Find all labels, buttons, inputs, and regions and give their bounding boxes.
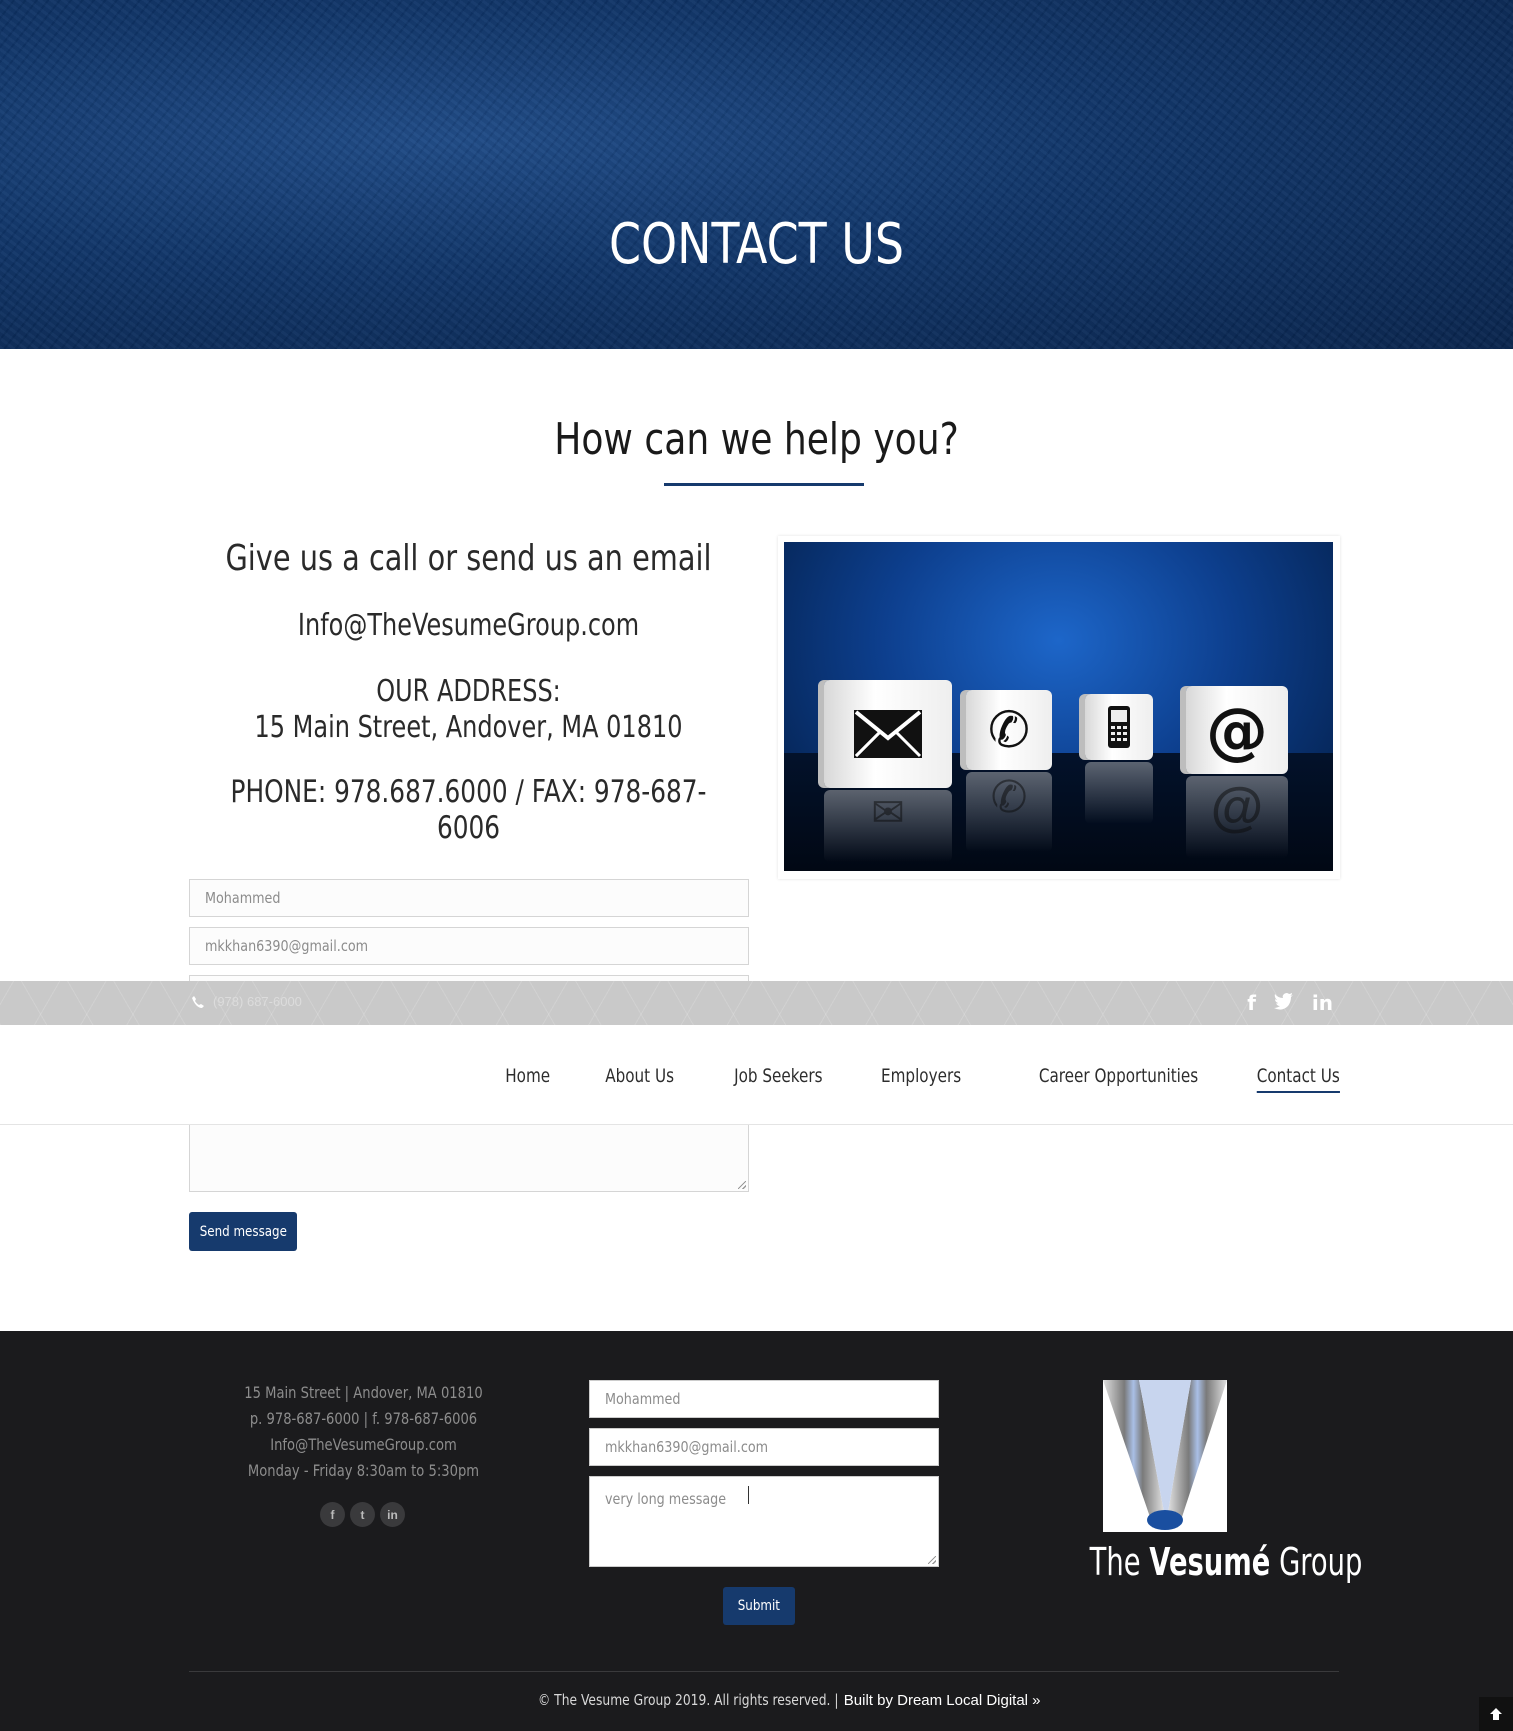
phone-icon (192, 995, 204, 1008)
scroll-to-top-button[interactable] (1479, 1697, 1513, 1731)
envelope-icon (824, 680, 952, 788)
heading-underline (664, 483, 864, 486)
footer-hours: Monday - Friday 8:30am to 5:30pm (247, 1461, 480, 1480)
nav-employers[interactable]: Employers (881, 1065, 961, 1087)
footer-divider (189, 1671, 1339, 1672)
call-line: Give us a call or send us an email (225, 538, 712, 579)
twitter-icon[interactable] (1273, 991, 1294, 1015)
footer-name-field[interactable]: Mohammed (589, 1380, 939, 1418)
twitter-icon[interactable]: t (350, 1502, 375, 1527)
mobile-icon (1085, 694, 1153, 760)
nav-job-seekers[interactable]: Job Seekers (735, 1065, 823, 1087)
footer-email-field[interactable]: mkkhan6390@gmail.com (589, 1428, 939, 1466)
arrow-up-icon (1490, 1708, 1502, 1720)
nav-contact-us[interactable]: Contact Us (1256, 1065, 1340, 1093)
send-message-button[interactable]: Send message (189, 1212, 297, 1251)
footer-social: f t in (320, 1502, 405, 1527)
facebook-icon[interactable]: f (1247, 991, 1256, 1015)
at-sign-icon: @ (1186, 686, 1288, 774)
topbar-phone-text: (978) 687-6000 (213, 994, 302, 1009)
resize-handle[interactable] (738, 1181, 746, 1189)
built-by-link[interactable]: Built by Dream Local Digital » (844, 1692, 1041, 1709)
email-field[interactable]: mkkhan6390@gmail.com (189, 927, 749, 965)
main-navigation: Home About Us Job Seekers Employers Care… (0, 1025, 1513, 1125)
top-bar: (978) 687-6000 f in (0, 981, 1513, 1025)
copyright-text: © The Vesume Group 2019. All rights rese… (538, 1691, 839, 1709)
phone-icon: ✆ (966, 690, 1052, 770)
address-text: 15 Main Street, Andover, MA 01810 (254, 710, 683, 745)
hero-banner: CONTACT US (0, 0, 1513, 349)
name-field[interactable]: Mohammed (189, 879, 749, 917)
linkedin-icon[interactable]: in (380, 1502, 405, 1527)
topbar-phone[interactable]: (978) 687-6000 (191, 994, 302, 1009)
section-heading: How can we help you? (554, 414, 959, 465)
page-title: CONTACT US (608, 212, 905, 277)
nav-about-us[interactable]: About Us (606, 1065, 675, 1087)
phone-fax: PHONE: 978.687.6000 / FAX: 978-687-6006 (230, 774, 707, 846)
contact-email[interactable]: Info@TheVesumeGroup.com (222, 608, 716, 643)
footer-address: 15 Main Street | Andover, MA 01810 (244, 1383, 483, 1402)
address-label: OUR ADDRESS: (376, 674, 561, 709)
submit-button[interactable]: Submit (723, 1587, 795, 1625)
footer-message-field[interactable]: very long message (589, 1476, 939, 1567)
facebook-icon[interactable]: f (320, 1502, 345, 1527)
footer-phones: p. 978-687-6000 | f. 978-687-6006 (249, 1409, 478, 1428)
topbar-social: f in (1247, 991, 1333, 1015)
footer-email[interactable]: Info@TheVesumeGroup.com (229, 1435, 497, 1454)
logo-wordmark: The Vesumé Group (1089, 1540, 1363, 1584)
nav-home[interactable]: Home (505, 1065, 550, 1087)
linkedin-icon[interactable]: in (1312, 991, 1333, 1015)
nav-career-opportunities[interactable]: Career Opportunities (1039, 1065, 1198, 1087)
contact-image: ✆ @ ✉ ✆ @ (778, 536, 1340, 879)
copyright-bar: © The Vesume Group 2019. All rights rese… (0, 1691, 1513, 1709)
message-field[interactable] (189, 1120, 749, 1192)
